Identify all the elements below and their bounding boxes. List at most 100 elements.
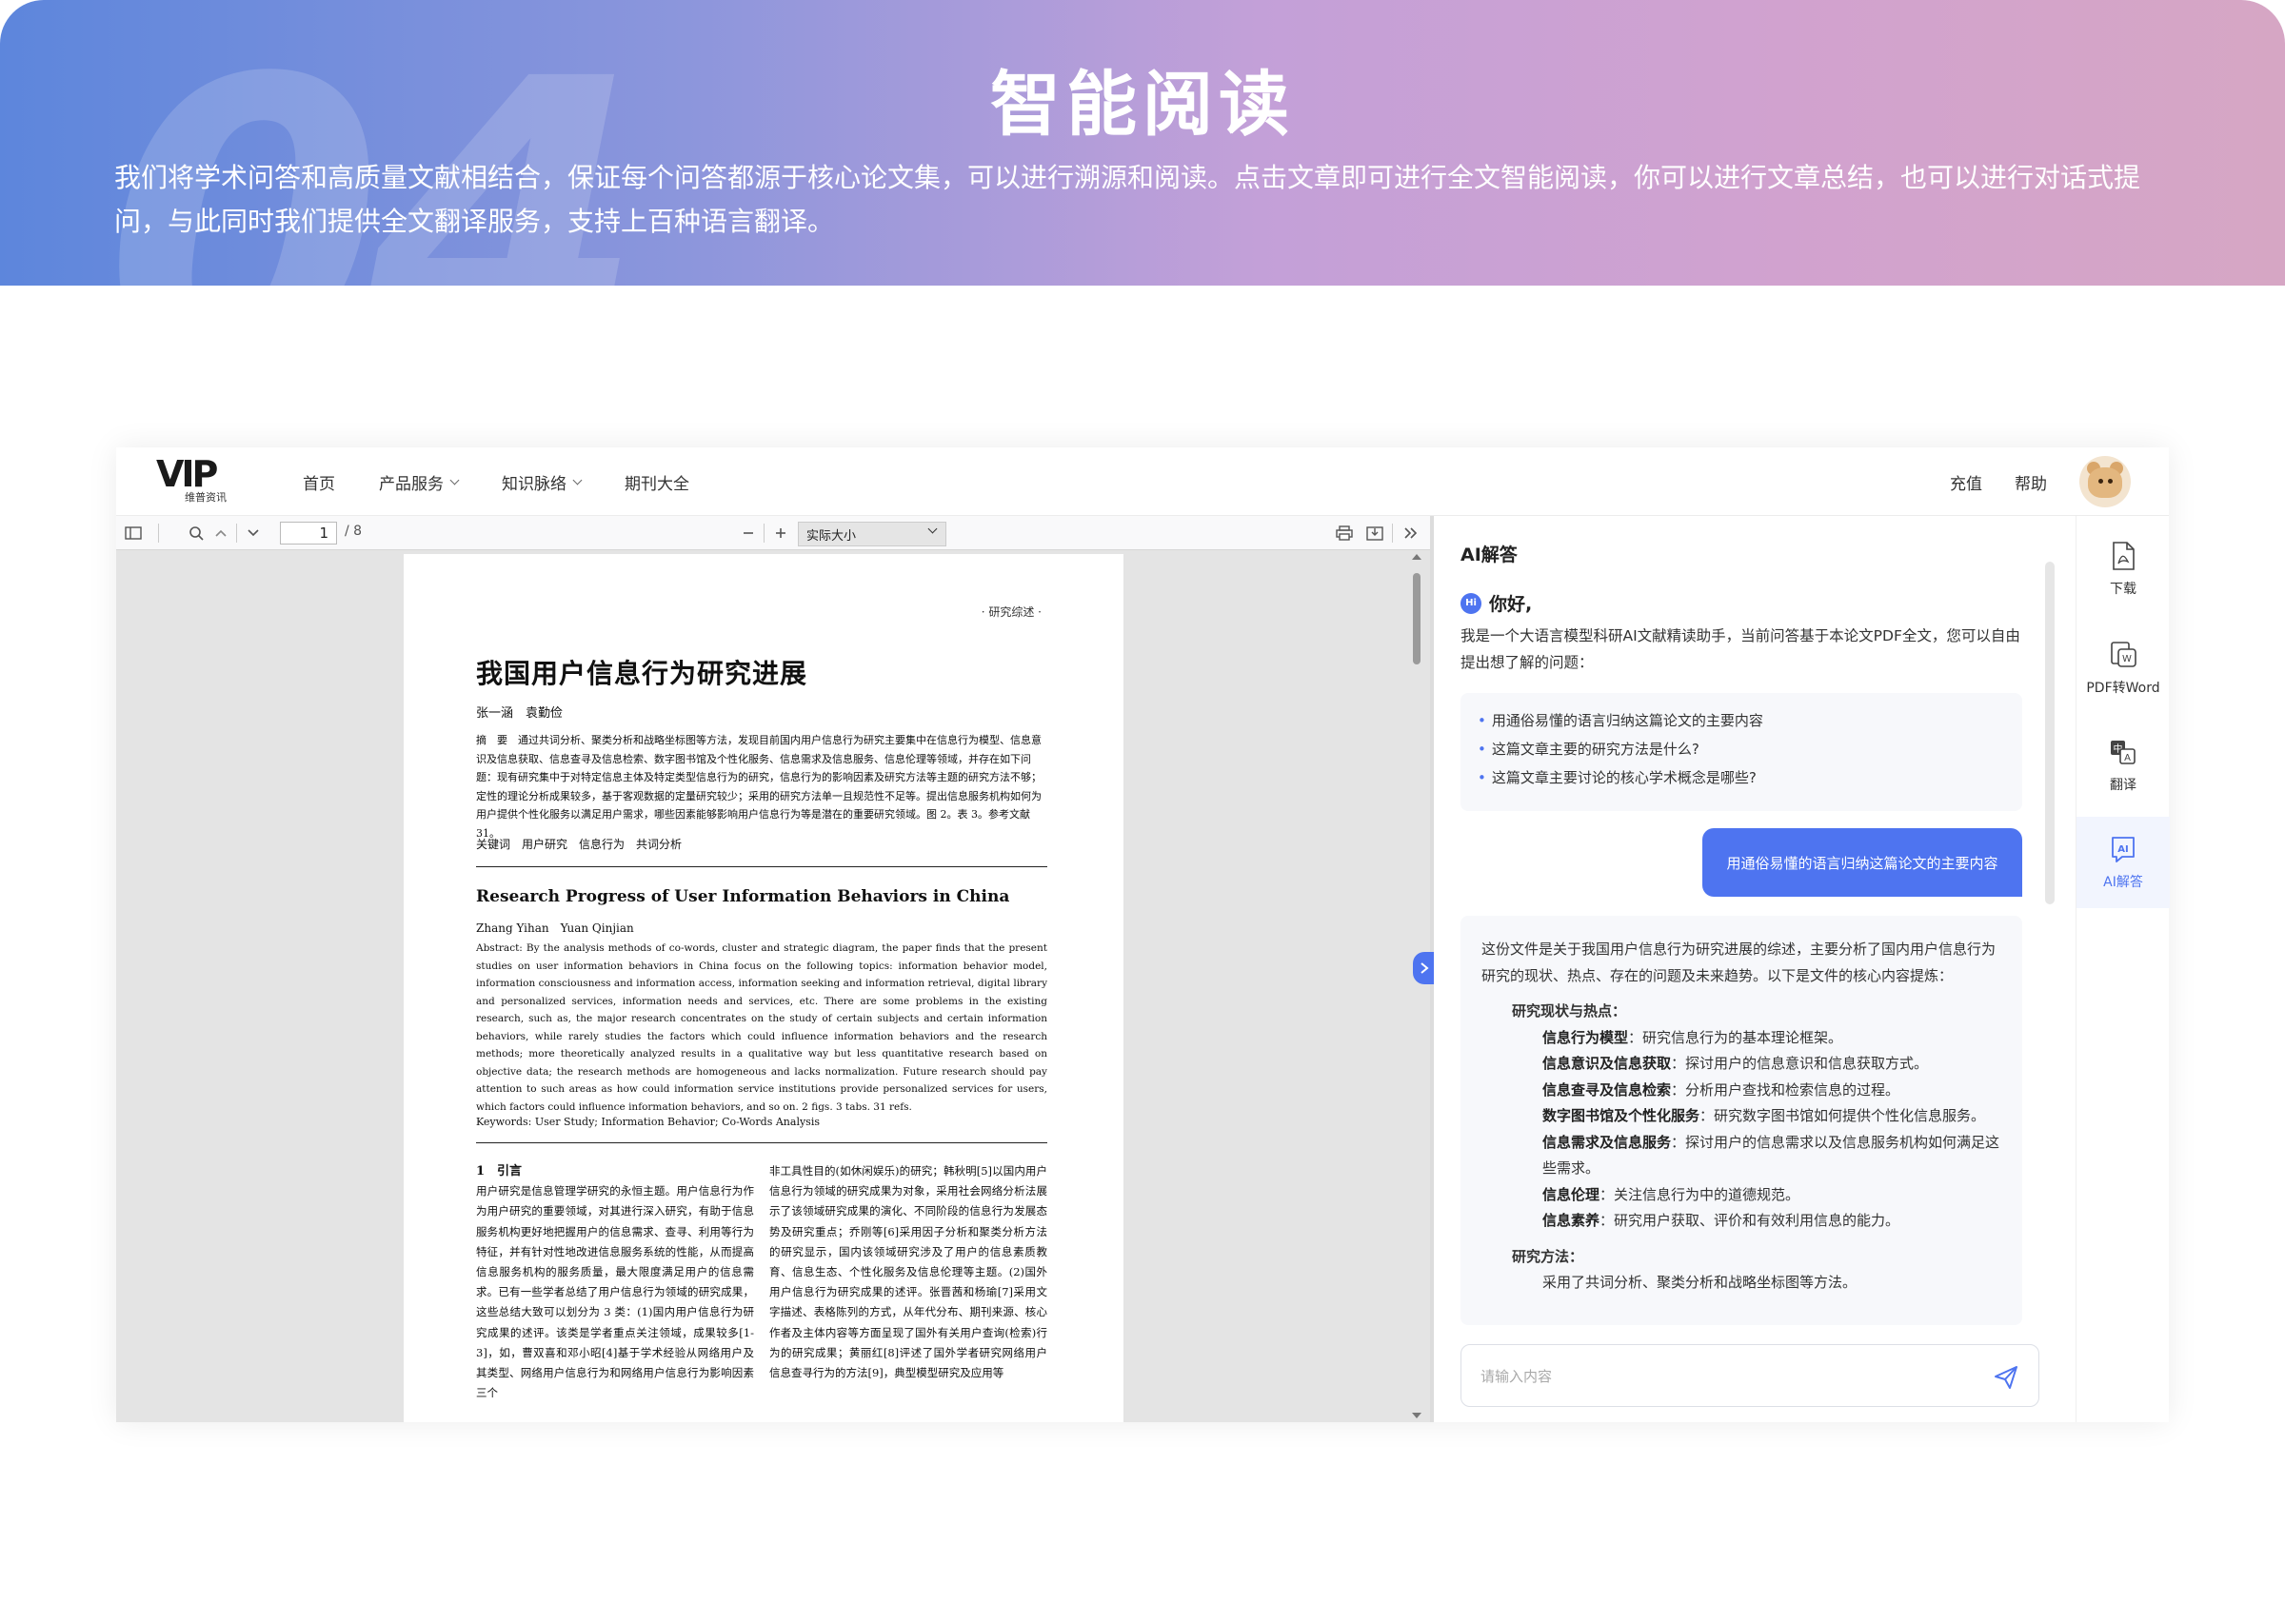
sidebar-toggle-icon[interactable]: [120, 516, 147, 550]
chevron-down-icon: [449, 475, 460, 485]
nav-item-knowledge[interactable]: 知识脉络: [502, 470, 583, 494]
svg-text:A: A: [2124, 753, 2131, 763]
logo-subtitle: 维普资讯: [185, 491, 227, 504]
nav-right: 充值 帮助: [1950, 447, 2131, 516]
toolbar-divider: [158, 524, 159, 543]
user-message-bubble: 用通俗易懂的语言归纳这篇论文的主要内容: [1702, 828, 2022, 897]
avatar-eye: [2098, 479, 2103, 484]
avatar-face: [2088, 467, 2122, 498]
recharge-link[interactable]: 充值: [1950, 470, 1982, 494]
help-link[interactable]: 帮助: [2015, 470, 2047, 494]
article-authors-cn: 张一涵 袁勤俭: [476, 706, 564, 721]
send-icon: [1995, 1366, 2017, 1389]
suggestion-item[interactable]: • 这篇文章主要讨论的核心学术概念是哪些?: [1478, 763, 2005, 792]
nav-item-products[interactable]: 产品服务: [379, 470, 460, 494]
page-total: / 8: [345, 524, 363, 539]
suggestion-item[interactable]: • 用通俗易懂的语言归纳这篇论文的主要内容: [1478, 706, 2005, 735]
hero-banner: 04 智能阅读 我们将学术问答和高质量文献相结合，保证每个问答都源于核心论文集，…: [0, 0, 2285, 286]
pdf-toolbar: 1 / 8 实际大小: [116, 516, 1430, 550]
ai-answer-panel: AI解答 Hi 你好, 我是一个大语言模型科研AI文献精读助手，当前问答基于本论…: [1434, 516, 2076, 1422]
bullet-icon: •: [1478, 741, 1486, 758]
nav-item-journals[interactable]: 期刊大全: [625, 470, 689, 494]
chevron-down-icon[interactable]: [242, 516, 265, 550]
svg-text:AI: AI: [2117, 844, 2128, 855]
tool-download[interactable]: 下载: [2076, 524, 2170, 615]
translate-icon: 中 A: [2111, 741, 2136, 764]
answer-point: 信息伦理：关注信息行为中的道德规范。: [1542, 1185, 1800, 1203]
nav-menu: 首页 产品服务 知识脉络 期刊大全: [303, 447, 733, 516]
article-authors-en: Zhang Yihan Yuan Qinjian: [476, 921, 634, 935]
greeting-row: Hi 你好,: [1460, 590, 1532, 616]
tool-translate[interactable]: 中 A 翻译: [2076, 720, 2170, 811]
divider-rule: [476, 866, 1047, 867]
top-navigation: VIP 维普资讯 首页 产品服务 知识脉络 期刊大全 充值 帮助: [116, 447, 2169, 516]
page-number-input[interactable]: 1: [280, 522, 337, 545]
print-icon[interactable]: [1331, 516, 1358, 550]
svg-text:W: W: [2122, 654, 2132, 664]
divider-rule: [476, 1142, 1047, 1143]
chat-input[interactable]: [1480, 1362, 1957, 1391]
bullet-icon: •: [1478, 712, 1486, 729]
chevron-up-icon[interactable]: [209, 516, 232, 550]
chevron-right-icon: [1421, 962, 1429, 974]
suggestion-item[interactable]: • 这篇文章主要的研究方法是什么?: [1478, 735, 2005, 763]
body-column-right: 非工具性目的(如休闲娱乐)的研究；韩秋明[5]以国内用户信息行为领域的研究成果为…: [769, 1164, 1047, 1380]
section-heading: 1 引言: [476, 1164, 523, 1178]
bullet-icon: •: [1478, 769, 1486, 786]
pdf-viewer: 1 / 8 实际大小 · 研究综述 · 我国用户信息行为研究进展 张一涵 袁勤俭…: [116, 516, 1430, 1422]
hero-title: 智能阅读: [990, 64, 1295, 146]
nav-item-home[interactable]: 首页: [303, 470, 335, 494]
assistant-intro: 我是一个大语言模型科研AI文献精读助手，当前问答基于本论文PDF全文，您可以自由…: [1460, 627, 2020, 671]
chat-input-box: [1460, 1344, 2039, 1407]
save-icon[interactable]: [1361, 516, 1388, 550]
pdf-scroll-thumb[interactable]: [1413, 573, 1421, 664]
pdf-download-icon: [2113, 542, 2135, 570]
collapse-panel-button[interactable]: [1413, 952, 1436, 984]
avatar[interactable]: [2079, 456, 2131, 507]
more-tools-icon[interactable]: [1398, 516, 1424, 550]
send-button[interactable]: [1993, 1364, 2019, 1391]
article-abstract-cn: 摘 要 通过共词分析、聚类分析和战略坐标图等方法，发现目前国内用户信息行为研究主…: [476, 734, 1042, 840]
answer-point: 信息行为模型：研究信息行为的基本理论框架。: [1542, 1028, 1843, 1046]
answer-point: 信息素养：研究用户获取、评价和有效利用信息的能力。: [1542, 1212, 1900, 1229]
zoom-select[interactable]: 实际大小: [798, 522, 946, 546]
scroll-up-arrow[interactable]: [1412, 554, 1421, 560]
chevron-down-icon: [572, 475, 583, 485]
answer-intro: 这份文件是关于我国用户信息行为研究进展的综述，主要分析了国内用户信息行为研究的现…: [1481, 941, 1997, 984]
hi-icon: Hi: [1460, 592, 1481, 614]
tool-ai-answer[interactable]: AI AI解答: [2076, 817, 2170, 908]
side-toolbar: 下载 W PDF转Word 中 A 翻译 AI AI解答: [2076, 516, 2170, 1422]
ai-panel-title: AI解答: [1460, 545, 1518, 565]
zoom-in-icon[interactable]: [769, 516, 792, 550]
search-icon[interactable]: [183, 516, 209, 550]
answer-point: 信息查寻及信息检索：分析用户查找和检索信息的过程。: [1542, 1080, 1900, 1099]
article-title-en: Research Progress of User Information Be…: [476, 887, 1010, 906]
zoom-out-icon[interactable]: [737, 516, 760, 550]
body-column-left: 1 引言 用户研究是信息管理学研究的永恒主题。用户信息行为作为用户研究的重要领域…: [476, 1161, 754, 1403]
logo-mark: VIP: [156, 453, 218, 495]
app-window: VIP 维普资讯 首页 产品服务 知识脉络 期刊大全 充值 帮助 1 / 8 实…: [116, 447, 2170, 1422]
chat-scrollbar[interactable]: [2045, 562, 2055, 904]
answer-section-heading: 研究现状与热点：: [1512, 1002, 1627, 1020]
answer-point: 数字图书馆及个性化服务：研究数字图书馆如何提供个性化信息服务。: [1542, 1107, 1986, 1124]
article-abstract-en: Abstract: By the analysis methods of co-…: [476, 942, 1047, 1113]
avatar-eye: [2108, 479, 2113, 484]
toolbar-divider: [236, 524, 237, 543]
article-keywords-cn: 关键词 用户研究 信息行为 共词分析: [476, 838, 683, 851]
pdf-scrollbar[interactable]: [1409, 550, 1424, 1422]
body-text: 用户研究是信息管理学研究的永恒主题。用户信息行为作为用户研究的重要领域，对其进行…: [476, 1184, 754, 1400]
scroll-down-arrow[interactable]: [1412, 1413, 1421, 1418]
hero-description: 我们将学术问答和高质量文献相结合，保证每个问答都源于核心论文集，可以进行溯源和阅…: [114, 162, 2141, 237]
tool-pdf-to-word[interactable]: W PDF转Word: [2076, 623, 2170, 714]
answer-point: 采用了共词分析、聚类分析和战略坐标图等方法。: [1542, 1274, 1858, 1291]
chevron-down-icon: [927, 524, 938, 534]
answer-section-heading: 研究方法：: [1512, 1247, 1584, 1265]
toolbar-divider: [1392, 524, 1393, 543]
answer-point: 信息需求及信息服务：探讨用户的信息需求以及信息服务机构如何满足这些需求。: [1542, 1133, 2000, 1178]
article-keywords-en: Keywords: User Study; Information Behavi…: [476, 1116, 820, 1128]
pdf-to-word-icon: W: [2111, 642, 2136, 667]
article-category: · 研究综述 ·: [981, 605, 1042, 619]
answer-point: 信息意识及信息获取：探讨用户的信息意识和信息获取方式。: [1542, 1055, 1929, 1072]
vip-logo[interactable]: VIP 维普资讯: [156, 453, 248, 505]
greeting-text: 你好,: [1489, 594, 1533, 615]
